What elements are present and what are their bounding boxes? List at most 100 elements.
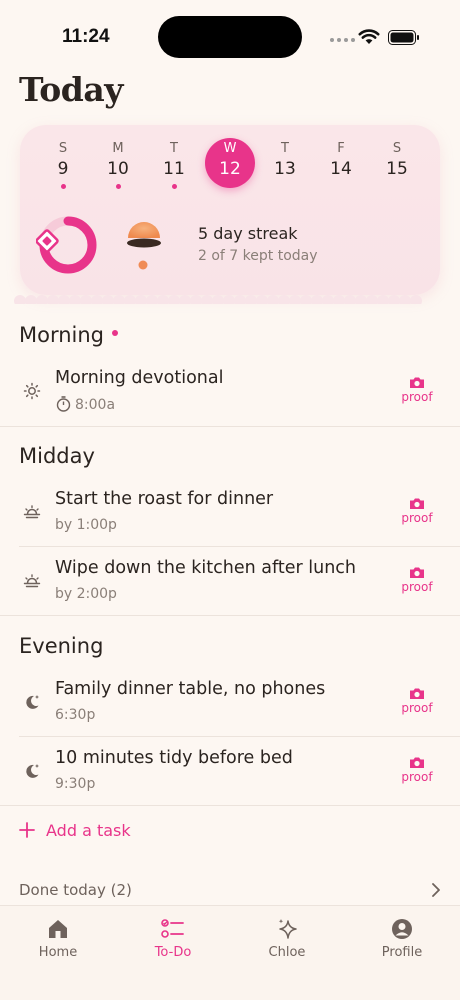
moon-icon [26, 695, 39, 709]
day-letter: S [58, 141, 68, 156]
done-today-label: Done today (2) [19, 881, 132, 899]
task-row[interactable]: Family dinner table, no phones 6:30p pro… [0, 668, 460, 736]
proof-button[interactable]: proof [398, 687, 436, 715]
day-letter: T [170, 141, 178, 156]
proof-label: proof [401, 770, 433, 784]
day-15[interactable]: S 15 [379, 141, 415, 179]
camera-icon [410, 498, 424, 509]
day-letter: S [392, 141, 402, 156]
stopwatch-icon [55, 395, 72, 416]
streak-mascot-icon [127, 222, 161, 270]
add-task-button[interactable]: Add a task [19, 818, 131, 842]
sunrise-icon [23, 505, 41, 519]
checklist-icon [161, 919, 184, 938]
day-13[interactable]: T 13 [267, 141, 303, 179]
section-active-dot [112, 330, 119, 336]
task-name: Family dinner table, no phones [55, 679, 326, 699]
proof-label: proof [401, 580, 433, 594]
battery-icon [388, 30, 419, 45]
tab-todo[interactable]: To-Do [133, 918, 213, 960]
proof-button[interactable]: proof [398, 756, 436, 784]
camera-icon [410, 757, 424, 768]
proof-button[interactable]: proof [398, 497, 436, 525]
day-9[interactable]: S9 [45, 141, 81, 189]
proof-button[interactable]: proof [398, 376, 436, 404]
ring-badge-icon [36, 229, 59, 253]
task-name: Wipe down the kitchen after lunch [55, 558, 356, 578]
done-today-row[interactable]: Done today (2) [19, 880, 441, 904]
card-scallop-edge [14, 292, 446, 304]
chevron-right-icon [432, 883, 440, 897]
day-number: 15 [386, 159, 408, 179]
add-task-label: Add a task [46, 820, 131, 840]
task-name: 10 minutes tidy before bed [55, 748, 293, 768]
streak-subtitle: 2 of 7 kept today [198, 248, 318, 264]
section-header-midday: Midday [19, 444, 95, 468]
streak-title: 5 day streak [198, 224, 298, 243]
task-name: Morning devotional [55, 368, 224, 388]
task-row[interactable]: Morning devotional 8:00a proof [0, 358, 460, 426]
section-title-morning: Morning [19, 323, 105, 347]
tab-chloe[interactable]: Chloe [247, 918, 327, 960]
task-time: 8:00a [55, 395, 115, 416]
day-letter: T [281, 141, 289, 156]
home-icon [49, 920, 67, 938]
status-time: 11:24 [62, 26, 110, 47]
sun-icon [23, 382, 41, 400]
day-10[interactable]: M 10 [100, 141, 136, 189]
day-11[interactable]: T 11 [156, 141, 192, 189]
moon-icon [26, 764, 39, 778]
task-row[interactable]: 10 minutes tidy before bed 9:30p proof [0, 737, 460, 805]
page-title: Today [19, 70, 123, 109]
tab-home[interactable]: Home [18, 918, 98, 960]
day-number: 11 [163, 159, 185, 179]
task-time: 6:30p [55, 707, 96, 723]
task-row[interactable]: Wipe down the kitchen after lunch by 2:0… [0, 547, 460, 615]
plus-icon [19, 819, 37, 841]
sunrise-icon [23, 574, 41, 588]
day-completed-dot [60, 184, 66, 189]
tab-bar: Home To-Do Chloe Profile [0, 905, 460, 1000]
tab-label: Chloe [268, 945, 306, 960]
day-number: 12 [219, 159, 241, 179]
camera-icon [410, 567, 424, 578]
divider [0, 615, 460, 616]
tab-label: Home [38, 945, 78, 960]
task-row[interactable]: Start the roast for dinner by 1:00p proo… [0, 478, 460, 546]
task-time: by 1:00p [55, 517, 117, 533]
day-completed-dot [171, 184, 177, 189]
tab-profile[interactable]: Profile [362, 918, 442, 960]
section-header-evening: Evening [19, 634, 104, 658]
divider [0, 805, 460, 806]
status-bar: 11:24 [0, 0, 460, 70]
proof-label: proof [401, 701, 433, 715]
cellular-icon [330, 38, 355, 42]
proof-label: proof [401, 390, 433, 404]
profile-icon [392, 919, 412, 939]
task-time-text: 8:00a [75, 397, 116, 413]
divider [0, 426, 460, 427]
dynamic-island [158, 16, 302, 58]
day-14[interactable]: F 14 [323, 141, 359, 179]
streak-progress-ring [36, 216, 97, 274]
wifi-icon [358, 29, 380, 44]
day-letter: M [112, 141, 124, 156]
proof-button[interactable]: proof [398, 566, 436, 594]
camera-icon [410, 688, 424, 699]
camera-icon [410, 377, 424, 388]
day-letter: W [223, 141, 237, 156]
tab-label: Profile [381, 945, 423, 960]
sparkle-icon [278, 919, 297, 939]
proof-label: proof [401, 511, 433, 525]
day-12[interactable]: W 12 [212, 141, 248, 179]
day-number: 14 [330, 159, 352, 179]
tab-label: To-Do [154, 945, 192, 960]
task-time: by 2:00p [55, 586, 117, 602]
day-number: 10 [107, 159, 129, 179]
day-number: 13 [274, 159, 296, 179]
day-completed-dot [115, 184, 121, 189]
task-time: 9:30p [55, 776, 96, 792]
day-number: 9 [57, 159, 69, 179]
section-header-morning: Morning [19, 323, 119, 347]
task-name: Start the roast for dinner [55, 489, 274, 509]
